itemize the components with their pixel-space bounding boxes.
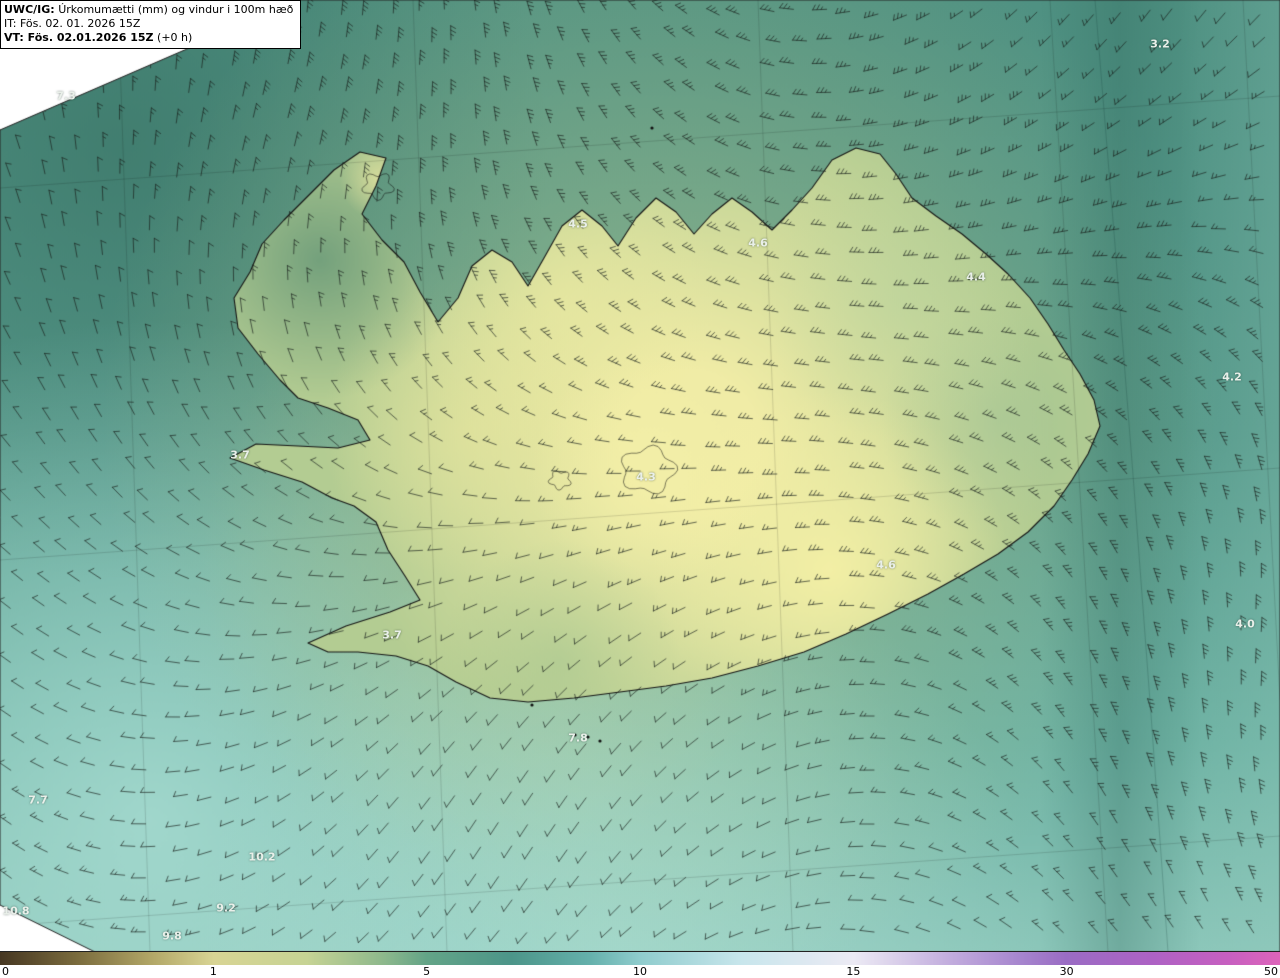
colorbar-tick: 50 [1264, 965, 1278, 978]
colorbar: 0 1 5 10 15 30 50 [0, 951, 1280, 978]
map-title-text: Úrkomumætti (mm) og vindur i 100m hæð [58, 3, 294, 16]
colorbar-tick: 5 [423, 965, 431, 978]
valid-time-offset: (+0 h) [157, 31, 193, 44]
map-title: UWC/IG: Úrkomumætti (mm) og vindur i 100… [4, 3, 293, 17]
colorbar-tick: 1 [209, 965, 217, 978]
model-id: UWC/IG: [4, 3, 55, 16]
init-time: IT: Fös. 02. 01. 2026 15Z [4, 17, 141, 30]
valid-time: VT: Fös. 02.01.2026 15Z (+0 h) [4, 31, 293, 45]
colorbar-tick: 30 [1059, 965, 1074, 978]
colorbar-tick: 15 [846, 965, 861, 978]
colorbar-tick: 0 [2, 965, 9, 978]
title-box: UWC/IG: Úrkomumætti (mm) og vindur i 100… [0, 0, 302, 49]
colorbar-gradient [0, 952, 1280, 965]
map-canvas [0, 0, 1280, 952]
valid-time-main: VT: Fös. 02.01.2026 15Z [4, 31, 154, 44]
colorbar-tick: 10 [633, 965, 647, 978]
weather-map: 7.3 3.2 4.5 4.6 4.4 4.2 3.7 4.3 4.6 3.7 4.0 7.8 7.7 1… [0, 0, 1280, 978]
colorbar-ticks: 0 1 5 10 15 30 50 [0, 965, 1280, 978]
